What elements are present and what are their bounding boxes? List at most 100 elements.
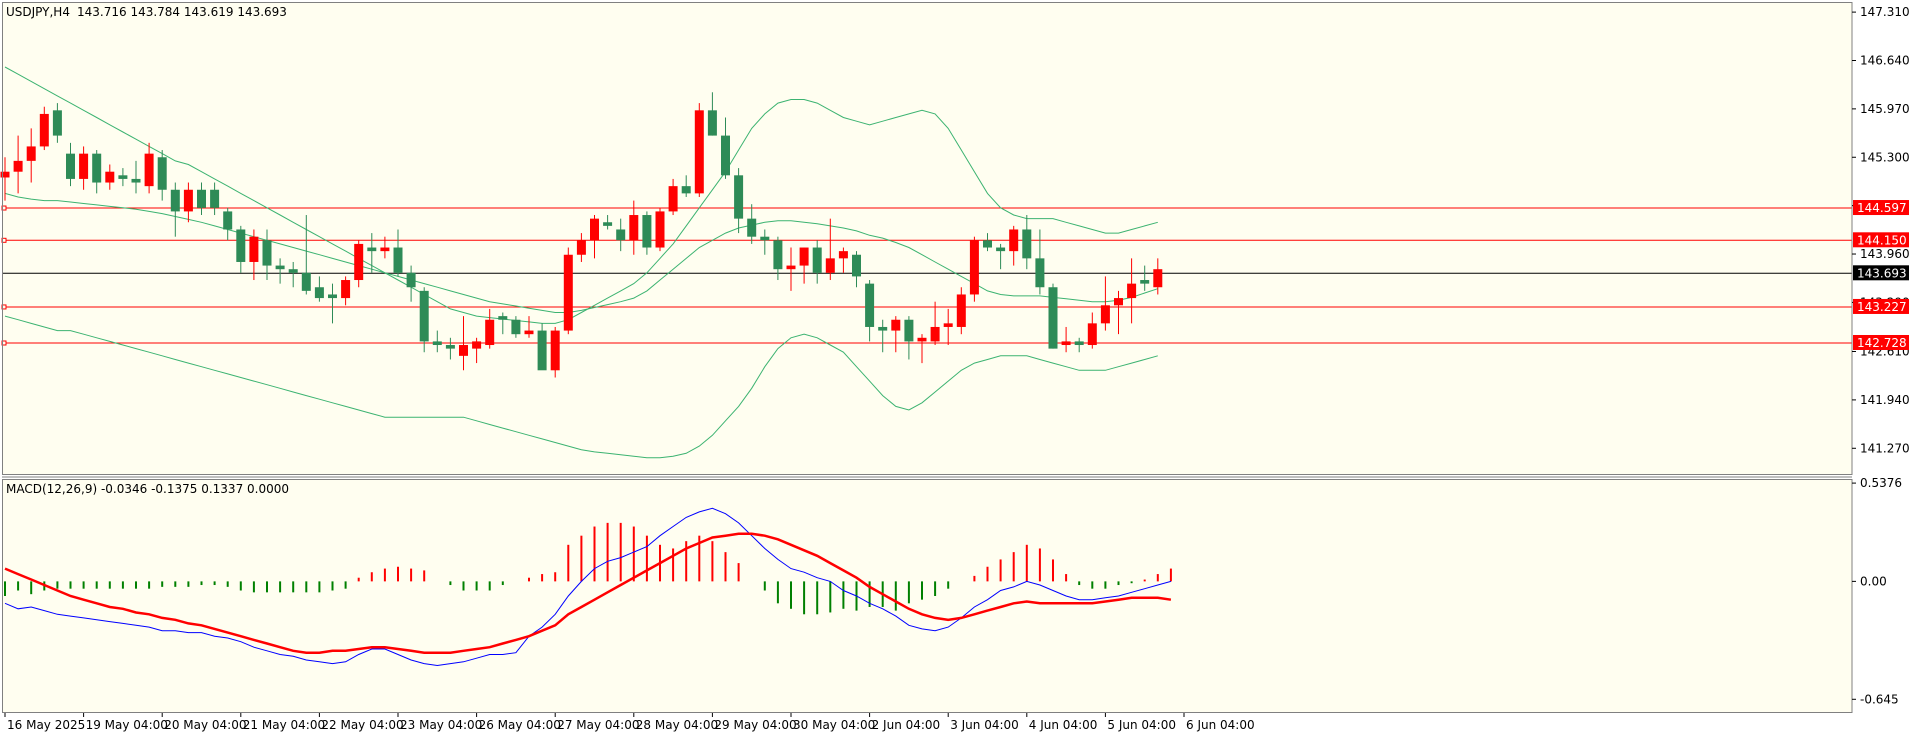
candle-bull xyxy=(354,243,364,281)
candle-bull xyxy=(969,240,979,295)
ohlc-readout: 143.716 143.784 143.619 143.693 xyxy=(77,5,287,19)
candle-bear xyxy=(537,330,547,371)
candle-bear xyxy=(223,211,233,230)
candle-bear xyxy=(721,135,730,176)
candle-bear xyxy=(904,319,914,342)
price-pane[interactable] xyxy=(2,2,1852,475)
candle-bull xyxy=(1153,269,1163,288)
candle-bear xyxy=(406,272,416,288)
candle-bull xyxy=(930,326,940,342)
candle-bear xyxy=(432,341,442,346)
candle-bull xyxy=(485,319,495,346)
level-tag-label: 144.597 xyxy=(1857,201,1907,215)
time-tick-label: 27 May 04:00 xyxy=(557,718,639,732)
candle-bull xyxy=(550,330,560,371)
macd-tick-label: 0.5376 xyxy=(1860,476,1902,490)
symbol-label: USDJPY,H4 xyxy=(6,5,70,19)
candle-bear xyxy=(66,153,75,179)
candle-bear xyxy=(367,247,377,252)
candle-bull xyxy=(524,330,534,335)
price-tick-label: 145.970 xyxy=(1860,102,1910,116)
candle-bear xyxy=(52,110,62,136)
time-tick-label: 4 Jun 04:00 xyxy=(1029,718,1098,732)
candle-bear xyxy=(288,269,298,273)
price-tick-label: 141.940 xyxy=(1860,393,1910,407)
candle-bear xyxy=(747,218,757,237)
price-tick-label: 143.960 xyxy=(1860,247,1910,261)
candle-bear xyxy=(511,319,521,335)
candle-bear xyxy=(236,229,246,262)
candle-bull xyxy=(563,254,573,331)
candle-bear xyxy=(328,294,337,299)
candle-bull xyxy=(39,113,49,147)
candle-bear xyxy=(1140,280,1150,284)
macd-tick-label: 0.00 xyxy=(1860,574,1887,588)
candle-bear xyxy=(445,345,455,349)
candle-bull xyxy=(1087,323,1097,346)
time-tick-label: 19 May 04:00 xyxy=(86,718,168,732)
time-tick-label: 5 Jun 04:00 xyxy=(1107,718,1176,732)
candle-bear xyxy=(852,254,861,277)
candle-bear xyxy=(197,189,206,208)
candle-bull xyxy=(590,218,599,241)
candle-bear xyxy=(301,272,311,291)
time-tick-label: 26 May 04:00 xyxy=(479,718,561,732)
candle-bear xyxy=(773,240,783,270)
candle-bull xyxy=(1114,298,1123,306)
candle-bull xyxy=(576,240,586,255)
candle-bear xyxy=(1048,287,1058,349)
price-tick-label: 147.310 xyxy=(1860,5,1910,19)
macd-tick-label: -0.645 xyxy=(1860,692,1899,706)
candle-bull xyxy=(183,189,193,212)
level-tag-label: 144.150 xyxy=(1857,233,1907,247)
candle-bear xyxy=(118,175,128,179)
time-tick-label: 28 May 04:00 xyxy=(636,718,718,732)
candle-bear xyxy=(616,229,626,241)
level-tag-label: 142.728 xyxy=(1857,336,1907,350)
candle-bull xyxy=(341,280,351,299)
candle-bear xyxy=(314,287,324,299)
candle-bear xyxy=(603,222,613,226)
time-tick-label: 21 May 04:00 xyxy=(243,718,325,732)
candle-bear xyxy=(210,189,220,208)
candle-bull xyxy=(655,211,665,248)
candle-bull xyxy=(917,337,927,342)
time-tick-label: 2 Jun 04:00 xyxy=(872,718,941,732)
candle-bull xyxy=(144,153,154,187)
macd-pane[interactable] xyxy=(2,479,1852,713)
candle-bull xyxy=(249,236,259,262)
time-tick-label: 16 May 2025 xyxy=(7,718,85,732)
candle-bear xyxy=(707,110,717,136)
candle-bull xyxy=(13,160,23,172)
candle-bear xyxy=(996,247,1006,252)
trading-chart[interactable]: 147.310146.640145.970145.300144.630143.9… xyxy=(0,0,1916,737)
time-tick-label: 3 Jun 04:00 xyxy=(950,718,1019,732)
candle-bear xyxy=(419,290,429,342)
time-tick-label: 6 Jun 04:00 xyxy=(1186,718,1255,732)
candle-bull xyxy=(786,265,796,270)
candle-bull xyxy=(0,171,10,178)
time-tick-label: 30 May 04:00 xyxy=(793,718,875,732)
price-tick-label: 145.300 xyxy=(1860,150,1910,164)
price-tick-label: 141.270 xyxy=(1860,441,1910,455)
candle-bull xyxy=(1009,229,1019,252)
candle-bear xyxy=(983,240,992,248)
candle-bull xyxy=(459,345,468,356)
candle-bull xyxy=(380,247,390,252)
candle-bull xyxy=(1061,341,1071,346)
price-tick-label: 146.640 xyxy=(1860,53,1910,67)
time-tick-label: 29 May 04:00 xyxy=(714,718,796,732)
candle-bull xyxy=(79,153,89,179)
candle-bear xyxy=(131,178,141,183)
candle-bear xyxy=(262,240,272,266)
candle-bull xyxy=(825,258,835,273)
time-tick-label: 20 May 04:00 xyxy=(164,718,246,732)
time-tick-label: 23 May 04:00 xyxy=(400,718,482,732)
level-tag-label: 143.227 xyxy=(1857,300,1907,314)
candle-bull xyxy=(799,247,809,266)
candle-bull xyxy=(694,110,704,194)
candle-bear xyxy=(1035,258,1045,288)
candle-bull xyxy=(629,215,639,241)
candle-bear xyxy=(170,189,180,212)
candle-bull xyxy=(1100,305,1110,324)
